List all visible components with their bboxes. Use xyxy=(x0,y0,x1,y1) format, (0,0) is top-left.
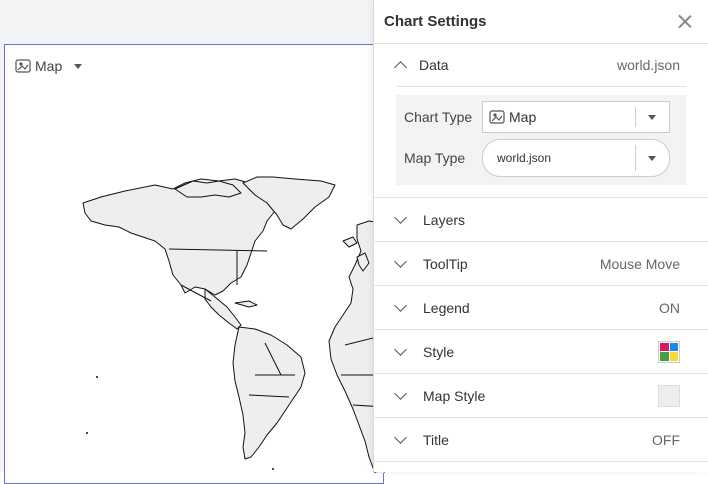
map-type-row: Map Type world.json xyxy=(404,139,678,177)
section-label: Title xyxy=(423,431,449,448)
swatch-color xyxy=(660,352,669,361)
chart-type-dropdown[interactable]: Map xyxy=(15,58,83,74)
section-layers[interactable]: Layers xyxy=(374,198,708,242)
section-value: Mouse Move xyxy=(599,255,680,272)
caribbean-shape xyxy=(234,300,258,308)
section-style[interactable]: Style xyxy=(374,330,708,374)
chevron-down-icon xyxy=(394,254,407,268)
panel-header: Chart Settings xyxy=(374,0,708,44)
style-swatch-icon[interactable] xyxy=(658,340,680,363)
section-label: ToolTip xyxy=(423,255,468,272)
section-label: Legend xyxy=(423,299,470,316)
south-america-shape xyxy=(232,326,306,460)
section-legend[interactable]: Legend ON xyxy=(374,286,708,330)
map-icon xyxy=(489,110,505,124)
select-divider xyxy=(635,145,636,171)
map-type-select-value: world.json xyxy=(497,151,552,165)
map-type-select[interactable]: world.json xyxy=(482,139,670,177)
chart-type-row: Chart Type Map xyxy=(404,101,678,133)
swatch-color xyxy=(669,352,678,361)
section-label: Map Style xyxy=(423,387,486,404)
section-style-header[interactable]: Style xyxy=(374,330,708,373)
chart-settings-panel: Chart Settings Data world.json Chart Typ… xyxy=(373,0,708,472)
chevron-down-icon xyxy=(648,156,656,161)
chevron-down-icon xyxy=(394,386,407,400)
section-data: Data world.json Chart Type Map Map Type … xyxy=(374,44,708,198)
swatch-color xyxy=(669,342,678,351)
section-layers-header[interactable]: Layers xyxy=(374,198,708,241)
iceland-shape xyxy=(342,236,358,248)
section-data-header[interactable]: Data world.json xyxy=(394,44,686,87)
section-title-header[interactable]: Title OFF xyxy=(374,418,708,461)
central-america-shape xyxy=(204,288,242,330)
chevron-up-icon xyxy=(394,61,407,74)
section-legend-header[interactable]: Legend ON xyxy=(374,286,708,329)
map-icon xyxy=(15,59,31,73)
chevron-down-icon xyxy=(74,63,83,69)
section-label: Style xyxy=(423,343,455,360)
section-map-style[interactable]: Map Style xyxy=(374,374,708,418)
section-label: Layers xyxy=(423,211,466,228)
close-icon[interactable] xyxy=(678,15,692,29)
section-tooltip-header[interactable]: ToolTip Mouse Move xyxy=(374,242,708,285)
swatch-color xyxy=(660,342,669,351)
data-form: Chart Type Map Map Type world.json xyxy=(396,95,686,185)
section-value: world.json xyxy=(616,57,680,73)
section-value: ON xyxy=(659,299,680,316)
chevron-down-icon xyxy=(394,342,407,356)
chart-card[interactable]: Map xyxy=(4,44,385,484)
world-map xyxy=(82,176,385,473)
chevron-down-icon xyxy=(394,210,407,224)
map-style-color-box[interactable] xyxy=(658,384,680,407)
section-label: Data xyxy=(419,57,449,73)
chevron-down-icon xyxy=(648,115,656,120)
section-tooltip[interactable]: ToolTip Mouse Move xyxy=(374,242,708,286)
map-type-field-label: Map Type xyxy=(404,150,466,166)
section-title[interactable]: Title OFF xyxy=(374,418,708,462)
section-map-style-header[interactable]: Map Style xyxy=(374,374,708,417)
chart-type-label: Map xyxy=(35,58,63,74)
chevron-down-icon xyxy=(394,430,407,444)
chart-type-field-label: Chart Type xyxy=(404,109,473,125)
chevron-down-icon xyxy=(394,298,407,312)
panel-title: Chart Settings xyxy=(384,13,487,30)
north-america-shape xyxy=(82,178,276,296)
select-divider xyxy=(635,107,636,127)
section-value: OFF xyxy=(652,431,680,448)
chart-type-select-value: Map xyxy=(509,109,537,125)
chart-type-select[interactable]: Map xyxy=(482,101,670,133)
